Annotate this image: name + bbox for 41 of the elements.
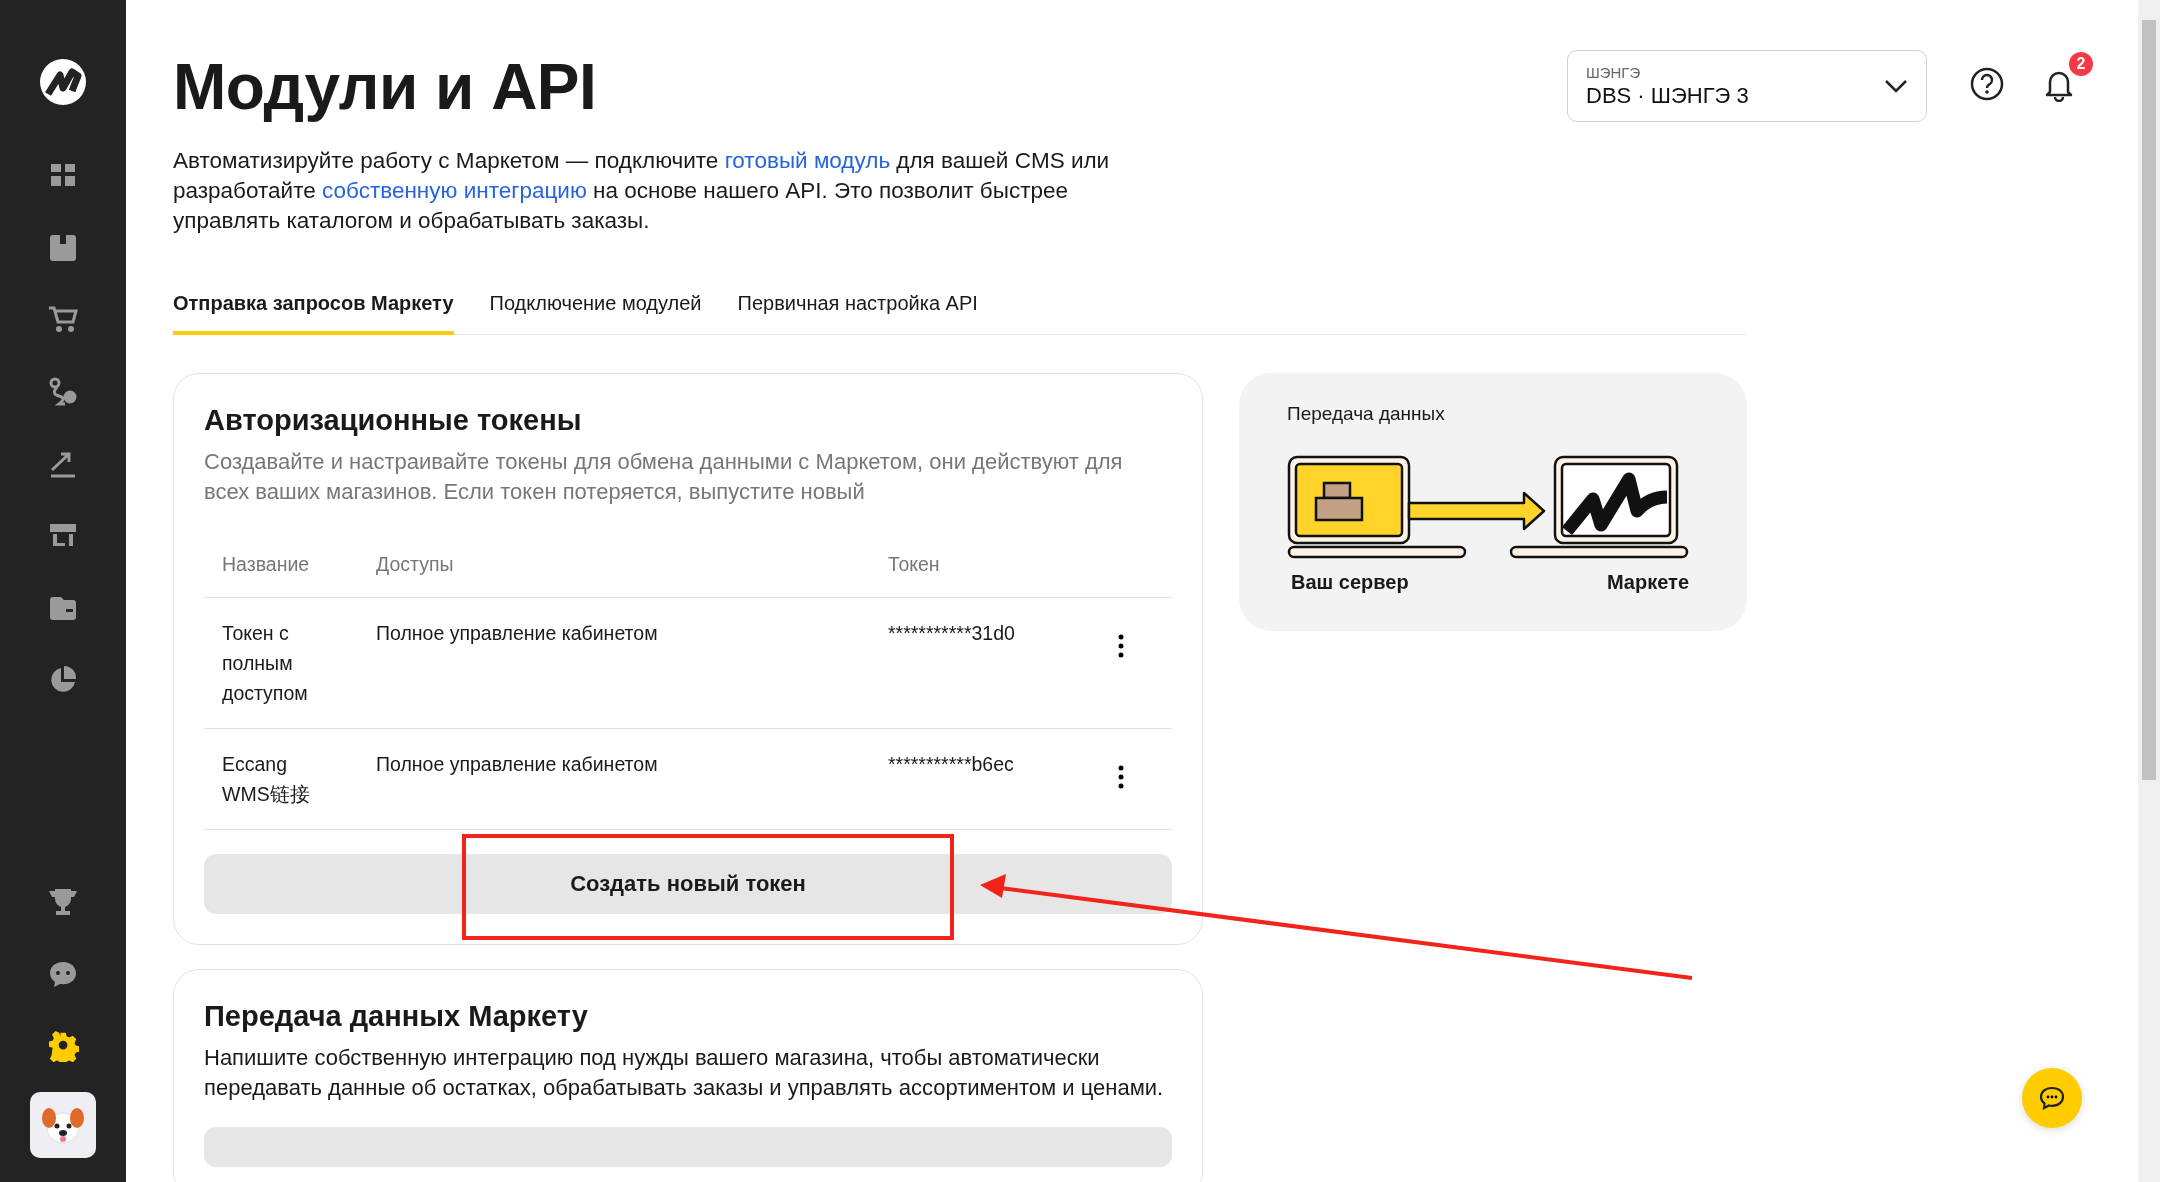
- chat-bubble-icon: [2039, 1086, 2065, 1110]
- token-name: Токен с полным доступом: [222, 621, 309, 706]
- trophy-icon: [47, 886, 79, 918]
- illustration-title: Передача данных: [1287, 403, 1446, 425]
- route-icon: [47, 376, 79, 408]
- create-token-button[interactable]: Создать новый токен: [204, 854, 1172, 914]
- link[interactable]: собственную интеграцию: [322, 178, 587, 203]
- card-title: Передача данных Маркету: [204, 1000, 589, 1033]
- page-description: Автоматизируйте работу с Маркетом — подключите готовый модуль для вашей CMS или разработайте собственную интеграцию на основе нашего API. Это позволит быстрее управлять каталогом и обрабатывать заказы.: [173, 147, 1111, 235]
- token-name: Eccang WMS链接: [222, 752, 311, 807]
- notifications-button[interactable]: 2: [2041, 52, 2093, 104]
- scrollbar[interactable]: [2138, 0, 2160, 1182]
- card-description: Создавайте и настраивайте токены для обмена данными с Маркетом, они действуют для всех ваших магазинов. Если токен потеряется, выпустите новый: [204, 448, 1124, 506]
- column-header: Токен: [888, 552, 941, 577]
- tab[interactable]: Подключение модулей: [489, 292, 702, 335]
- more-icon: [1118, 633, 1124, 658]
- store-switcher[interactable]: ШЭНГЭ DBS · ШЭНГЭ 3: [1567, 50, 1927, 122]
- box-icon: [47, 232, 79, 264]
- more-icon: [1118, 764, 1124, 789]
- settings-icon: [47, 1030, 79, 1062]
- help-button[interactable]: [1969, 66, 2005, 102]
- card-title: Авторизационные токены: [204, 404, 583, 437]
- market-label: Маркете: [1606, 571, 1689, 594]
- token-value: ***********b6ec: [888, 752, 1015, 777]
- server-label: Ваш сервер: [1291, 571, 1409, 594]
- logo-icon[interactable]: [39, 58, 87, 106]
- notification-badge: 2: [2069, 52, 2093, 76]
- column-header: Название: [222, 552, 311, 577]
- avatar[interactable]: [30, 1092, 96, 1158]
- card-description: Напишите собственную интеграцию под нужды вашего магазина, чтобы автоматически передавать данные об остатках, обрабатывать заказы и управлять ассортиментом и ценами.: [204, 1044, 1165, 1102]
- chat-button[interactable]: [2022, 1068, 2082, 1128]
- link[interactable]: готовый модуль: [724, 148, 891, 173]
- column-header: Доступы: [376, 552, 455, 577]
- tab[interactable]: Первичная настройка API: [737, 292, 978, 335]
- chevron-down-icon: [1884, 79, 1908, 93]
- tab[interactable]: Отправка запросов Маркету: [173, 292, 454, 335]
- token-value: ***********31d0: [888, 621, 1016, 646]
- help-icon: [1969, 66, 2005, 102]
- token-access: Полное управление кабинетом: [376, 752, 659, 777]
- token-access: Полное управление кабинетом: [376, 621, 659, 646]
- page-title: Модули и API: [173, 50, 598, 124]
